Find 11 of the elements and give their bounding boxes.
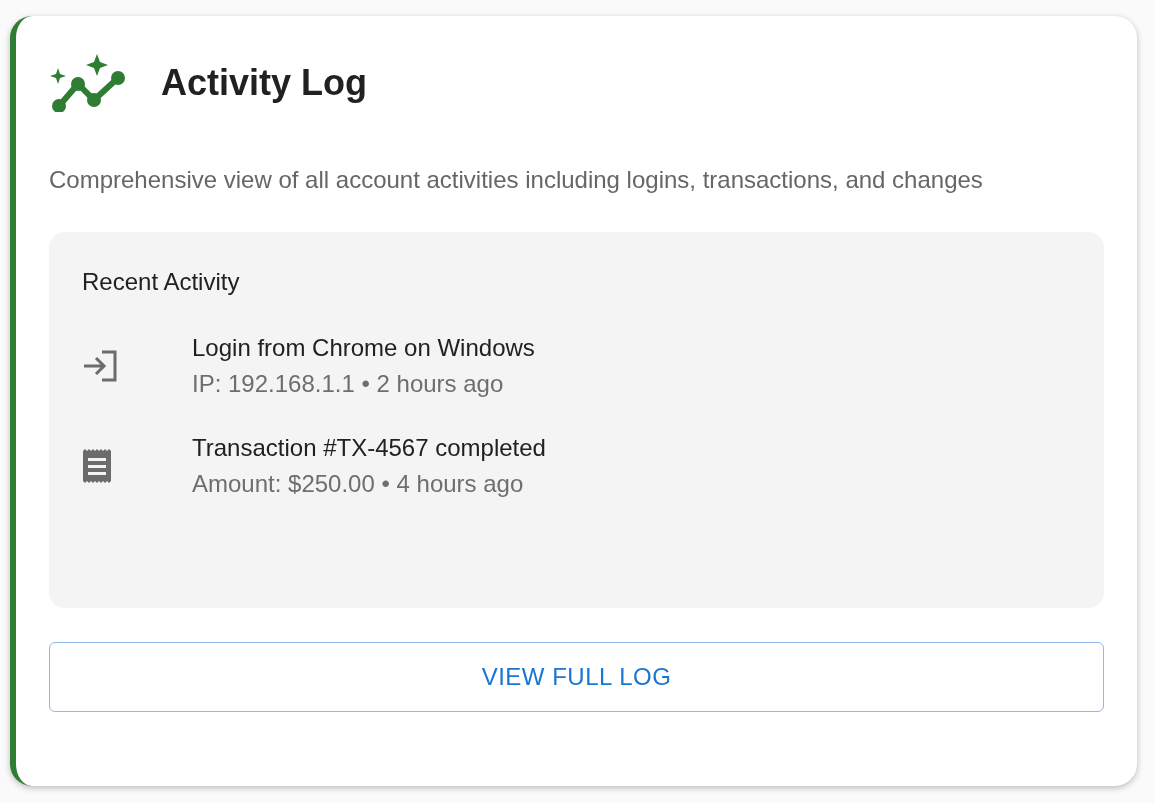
view-full-log-button[interactable]: VIEW FULL LOG — [49, 642, 1104, 712]
activity-detail: Amount: $250.00 • 4 hours ago — [192, 470, 525, 498]
card-description: Comprehensive view of all account activities including logins, transactions, and changes — [49, 165, 984, 195]
login-icon — [82, 350, 118, 382]
trending-chart-icon — [49, 54, 125, 112]
section-heading: Recent Activity — [82, 268, 241, 296]
receipt-icon — [82, 449, 112, 483]
activity-title: Transaction #TX-4567 completed — [192, 434, 546, 462]
card-title: Activity Log — [161, 62, 367, 104]
activity-detail: IP: 192.168.1.1 • 2 hours ago — [192, 370, 505, 398]
activity-title: Login from Chrome on Windows — [192, 334, 535, 362]
